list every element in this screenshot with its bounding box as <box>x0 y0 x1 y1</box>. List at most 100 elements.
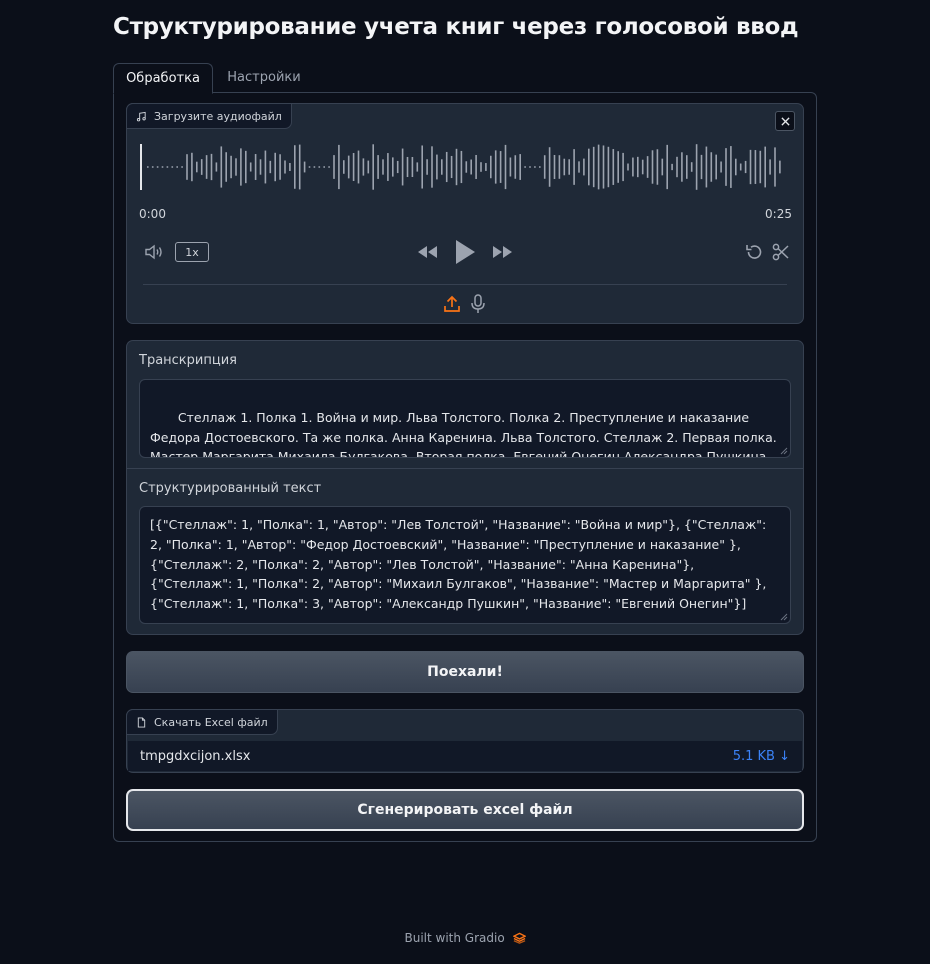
waveform-bar <box>205 155 208 179</box>
scissors-icon[interactable] <box>770 241 792 263</box>
audio-divider <box>143 284 787 285</box>
generate-excel-button[interactable]: Сгенерировать excel файл <box>126 789 804 831</box>
waveform-bar <box>485 163 487 171</box>
waveform-bar <box>671 163 673 171</box>
waveform-bar <box>460 150 463 184</box>
waveform-bar <box>436 154 438 180</box>
waveform-bar <box>573 149 575 185</box>
waveform-bar <box>470 159 472 175</box>
waveform-bar <box>230 155 232 179</box>
waveform-bar <box>592 146 595 188</box>
waveform-bar <box>563 158 566 176</box>
file-size-download-link[interactable]: 5.1 KB ↓ <box>733 749 790 764</box>
waveform-bar <box>196 161 198 173</box>
waveform-bar <box>240 148 242 186</box>
microphone-icon[interactable] <box>467 293 489 315</box>
waveform-bar <box>328 166 330 168</box>
waveform-bar <box>637 156 639 178</box>
waveform-bar <box>641 159 644 175</box>
waveform-bar <box>690 162 693 172</box>
waveform-bar <box>338 144 340 190</box>
waveform-bar <box>494 150 497 184</box>
waveform-bar <box>622 152 624 182</box>
waveform-bar <box>695 144 698 190</box>
waveform-bar <box>426 159 428 175</box>
footer-text[interactable]: Built with Gradio <box>404 931 504 945</box>
music-note-icon <box>136 111 146 121</box>
upload-icon[interactable] <box>441 293 463 315</box>
time-current: 0:00 <box>139 207 166 221</box>
waveform-bar <box>357 150 360 184</box>
waveform-bar <box>176 166 178 168</box>
waveform-bar <box>210 153 213 181</box>
resize-handle-icon[interactable] <box>780 447 788 455</box>
waveform-bar <box>372 144 374 190</box>
waveform-bar <box>382 159 384 175</box>
waveform-bar <box>568 159 570 175</box>
waveform-bar <box>445 151 448 183</box>
structured-text: [{"Стеллаж": 1, "Полка": 1, "Автор": "Ле… <box>150 517 767 612</box>
waveform-bar <box>303 161 306 173</box>
page-title: Структурирование учета книг через голосо… <box>113 14 799 40</box>
waveform-bar <box>156 166 159 168</box>
fast-forward-icon[interactable] <box>491 241 515 263</box>
waveform-bar <box>279 154 281 180</box>
download-label: Скачать Excel файл <box>126 709 278 735</box>
waveform-bar <box>739 163 742 171</box>
waveform-bar <box>612 149 615 185</box>
waveform-bar <box>455 148 458 186</box>
resize-handle-icon[interactable] <box>780 613 788 621</box>
waveform-bar <box>450 155 453 179</box>
waveform-bar <box>235 158 237 176</box>
playback-rate-button[interactable]: 1x <box>175 242 209 262</box>
rewind-icon[interactable] <box>415 241 439 263</box>
run-button[interactable]: Поехали! <box>126 651 804 693</box>
gradio-logo-icon <box>511 932 527 944</box>
waveform-bar <box>779 160 781 174</box>
waveform-bar <box>367 160 370 174</box>
file-row[interactable]: tmpgdxcijon.xlsx 5.1 KB ↓ <box>128 741 802 771</box>
waveform-bar <box>166 166 169 168</box>
waveform-bar <box>396 160 399 174</box>
waveform-bar <box>656 149 659 185</box>
waveform-bar <box>558 155 561 179</box>
waveform-bar <box>499 151 502 183</box>
file-icon <box>137 716 146 728</box>
download-label-text: Скачать Excel файл <box>154 715 268 729</box>
waveform-bar <box>744 160 747 174</box>
waveform-bar <box>735 158 737 176</box>
play-icon[interactable] <box>451 236 479 268</box>
waveform-bar <box>700 154 703 180</box>
close-icon[interactable] <box>775 111 795 131</box>
audio-label: Загрузите аудиофайл <box>126 103 292 129</box>
waveform-bar <box>333 155 335 179</box>
tab-processing[interactable]: Обработка <box>113 63 213 94</box>
audio-waveform[interactable] <box>139 142 789 192</box>
volume-icon[interactable] <box>143 241 167 263</box>
waveform-bar <box>519 154 521 180</box>
waveform-bar <box>666 144 668 190</box>
waveform-bar <box>259 159 262 175</box>
file-name[interactable]: tmpgdxcijon.xlsx <box>140 749 250 764</box>
waveform-bar <box>161 166 164 168</box>
waveform-bar <box>661 158 664 176</box>
waveform-bar <box>774 147 776 187</box>
text-block: Транскрипция Стеллаж 1. Полка 1. Война и… <box>126 340 804 635</box>
tab-settings[interactable]: Настройки <box>217 63 311 94</box>
waveform-bar <box>215 162 218 172</box>
waveform-bar <box>323 166 325 168</box>
waveform-bar <box>249 162 252 172</box>
waveform-bar <box>308 166 311 168</box>
waveform-bar <box>147 166 149 168</box>
transcription-textarea[interactable]: Стеллаж 1. Полка 1. Война и мир. Льва То… <box>139 379 791 458</box>
waveform-bar <box>392 157 394 177</box>
waveform-bar <box>632 157 634 177</box>
structured-textarea[interactable]: [{"Стеллаж": 1, "Полка": 1, "Автор": "Ле… <box>139 506 791 624</box>
waveform-bar <box>524 166 526 168</box>
undo-icon[interactable] <box>743 241 765 263</box>
waveform-bar <box>602 145 605 189</box>
waveform-bar <box>686 155 688 179</box>
waveform-bar <box>186 154 188 180</box>
tab-bar: Обработка Настройки <box>113 63 817 94</box>
transcription-text: Стеллаж 1. Полка 1. Война и мир. Льва То… <box>150 409 781 458</box>
